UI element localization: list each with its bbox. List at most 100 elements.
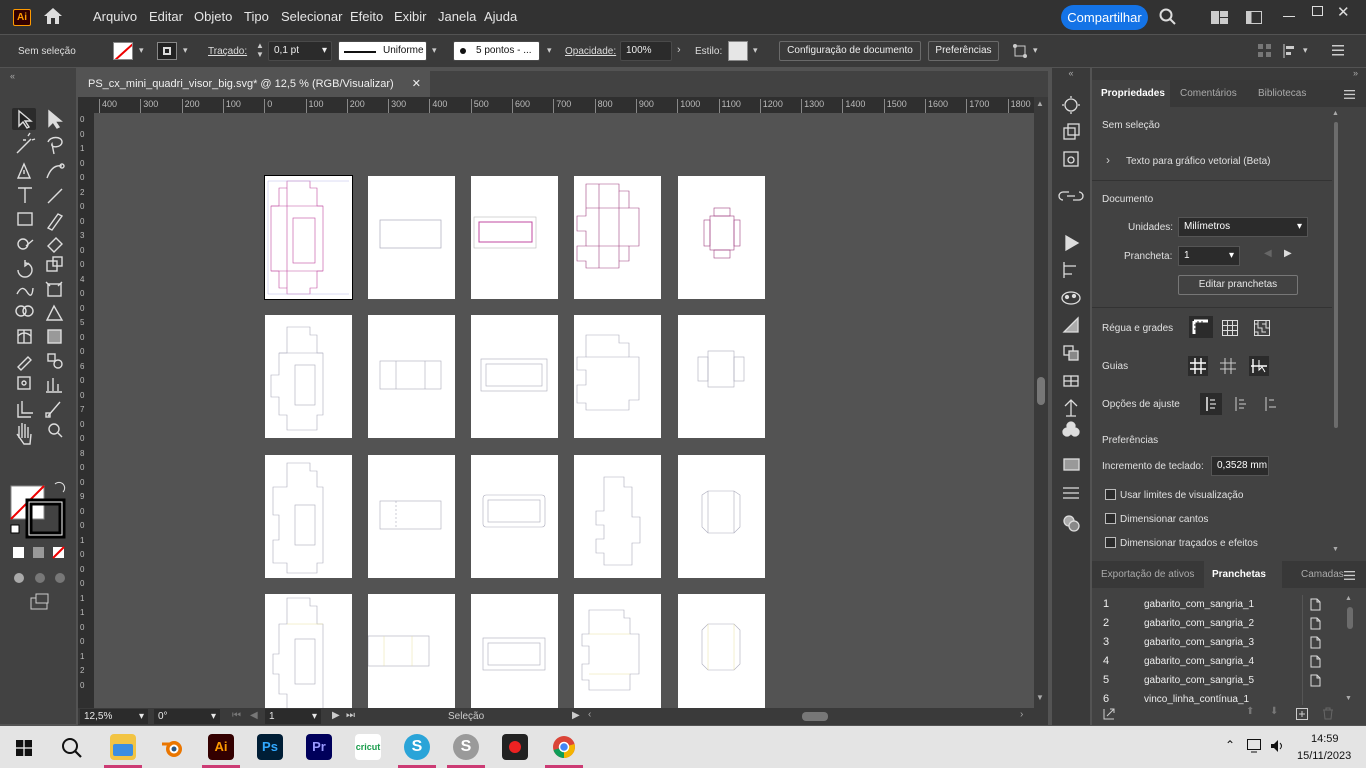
- menu-editar[interactable]: Editar: [149, 9, 183, 24]
- prev-artboard-icon[interactable]: ◀: [1264, 248, 1272, 259]
- artboard-select[interactable]: 1 ▾: [1178, 246, 1240, 266]
- artboard-1[interactable]: [264, 175, 353, 300]
- artboard-17[interactable]: [368, 594, 455, 708]
- menu-objeto[interactable]: Objeto: [194, 9, 232, 24]
- edit-toolbar-icon[interactable]: [30, 648, 50, 660]
- stroke-label[interactable]: Traçado:: [208, 46, 247, 57]
- new-artboard-icon[interactable]: [1296, 708, 1308, 720]
- artboard-list-scrollbar[interactable]: ▲ ▼: [1345, 595, 1355, 705]
- workspace-icon[interactable]: [1246, 11, 1262, 24]
- artboard-10[interactable]: [678, 315, 765, 438]
- chevron-down-icon[interactable]: ▾: [753, 45, 758, 56]
- transform-icon[interactable]: [1012, 43, 1028, 59]
- rotation-field[interactable]: 0° ▾: [154, 709, 220, 724]
- status-menu-icon[interactable]: ▶: [572, 710, 580, 721]
- close-window-icon[interactable]: ✕: [1337, 3, 1350, 21]
- artboard-15[interactable]: [678, 455, 765, 578]
- artboard-5[interactable]: [678, 176, 765, 299]
- move-down-icon[interactable]: ⬇: [1270, 706, 1278, 717]
- list-item[interactable]: 3 gabarito_com_sangria_3: [1092, 633, 1342, 652]
- network-icon[interactable]: [1247, 739, 1263, 753]
- chevron-down-icon[interactable]: ▾: [1303, 45, 1308, 56]
- list-item[interactable]: 5 gabarito_com_sangria_5: [1092, 671, 1342, 690]
- h-scroll-thumb[interactable]: [802, 712, 828, 721]
- minimize-icon[interactable]: [1283, 16, 1295, 17]
- scale-bounds-checkbox[interactable]: [1105, 489, 1116, 500]
- collapse-strip-icon[interactable]: «: [1052, 68, 1090, 80]
- units-select[interactable]: Milímetros ▾: [1178, 217, 1308, 237]
- scale-strokes-checkbox[interactable]: [1105, 537, 1116, 548]
- list-item[interactable]: 4 gabarito_com_sangria_4: [1092, 652, 1342, 671]
- tab-comments[interactable]: Comentários: [1180, 88, 1237, 99]
- clock-time[interactable]: 14:59: [1311, 733, 1339, 745]
- tab-layers[interactable]: Camadas: [1301, 569, 1344, 580]
- variable-width-profile[interactable]: Uniforme: [338, 41, 427, 61]
- cricut-icon[interactable]: cricut: [355, 734, 381, 760]
- scroll-up-icon[interactable]: ▲: [1036, 99, 1044, 108]
- rearrange-artboards-icon[interactable]: [1102, 707, 1116, 721]
- artboard-6[interactable]: [265, 315, 352, 438]
- snap-point-icon[interactable]: [1200, 393, 1222, 415]
- next-artboard-icon[interactable]: ▶: [1284, 248, 1292, 259]
- stepper-icon[interactable]: ▲ ▼: [256, 41, 264, 59]
- tab-artboards[interactable]: Pranchetas: [1212, 569, 1266, 580]
- selection-tool[interactable]: [12, 108, 36, 130]
- close-tab-icon[interactable]: ✕: [412, 71, 421, 97]
- maximize-icon[interactable]: [1312, 6, 1323, 16]
- artboard-20[interactable]: [678, 594, 765, 708]
- style-swatch[interactable]: [728, 41, 748, 61]
- chevron-down-icon[interactable]: ▾: [183, 45, 188, 56]
- arrange-documents-icon[interactable]: [1211, 11, 1228, 24]
- list-item[interactable]: 2 gabarito_com_sangria_2: [1092, 614, 1342, 633]
- tab-asset-export[interactable]: Exportação de ativos: [1101, 569, 1194, 580]
- menu-janela[interactable]: Janela: [438, 9, 476, 24]
- collapse-icon[interactable]: «: [10, 71, 15, 81]
- collapse-panel-icon[interactable]: »: [1092, 68, 1366, 80]
- chevron-down-icon[interactable]: ▾: [432, 45, 437, 56]
- canvas[interactable]: [94, 113, 1034, 708]
- artboards-menu-icon[interactable]: [1344, 571, 1355, 580]
- artboard-11[interactable]: [265, 455, 352, 578]
- chevron-right-icon[interactable]: ›: [677, 44, 681, 56]
- delete-artboard-icon[interactable]: [1322, 707, 1334, 720]
- screen-recorder-icon[interactable]: [502, 734, 528, 760]
- chevron-down-icon[interactable]: ▾: [547, 45, 552, 56]
- scroll-thumb[interactable]: [1037, 377, 1045, 405]
- list-item[interactable]: 6 vinco_linha_contínua_1: [1092, 690, 1342, 705]
- next-artboard-icon[interactable]: ▶: [332, 710, 340, 721]
- artboard-8[interactable]: [471, 315, 558, 438]
- snap-pixel-icon[interactable]: [1232, 395, 1250, 413]
- zoom-field[interactable]: 12,5% ▾: [80, 709, 148, 724]
- stroke-weight-field[interactable]: 0,1 pt ▾: [268, 41, 332, 61]
- hand-tool[interactable]: [12, 420, 36, 442]
- scroll-down-icon[interactable]: ▼: [1036, 693, 1044, 702]
- artboard-3[interactable]: [471, 176, 558, 299]
- menu-tipo[interactable]: Tipo: [244, 9, 269, 24]
- scroll-right-icon[interactable]: ›: [1020, 709, 1023, 720]
- pen-tool[interactable]: [12, 156, 36, 178]
- brush-definition[interactable]: 5 pontos - ...: [453, 41, 540, 61]
- snap-glyph-icon[interactable]: [1262, 395, 1280, 413]
- keyboard-increment-field[interactable]: 0,3528 mm: [1211, 456, 1269, 476]
- panel-menu-icon[interactable]: [1344, 90, 1355, 99]
- taskbar-search-icon[interactable]: [61, 737, 83, 759]
- clock-date[interactable]: 15/11/2023: [1297, 750, 1351, 762]
- home-icon[interactable]: [43, 7, 63, 25]
- ruler-icon[interactable]: [1189, 316, 1213, 338]
- tab-properties[interactable]: Propriedades: [1101, 88, 1165, 99]
- blender-icon[interactable]: [160, 734, 186, 760]
- file-explorer-icon[interactable]: [110, 734, 136, 760]
- tab-libraries[interactable]: Bibliotecas: [1258, 88, 1306, 99]
- scroll-left-icon[interactable]: ‹: [588, 709, 591, 720]
- chevron-down-icon[interactable]: ▾: [1033, 45, 1038, 56]
- smart-guides-icon[interactable]: [1249, 356, 1269, 376]
- search-icon[interactable]: [1159, 8, 1177, 26]
- lock-guides-icon[interactable]: [1220, 358, 1238, 374]
- panel-menu-icon[interactable]: [1332, 45, 1344, 56]
- chevron-down-icon[interactable]: ▾: [139, 45, 144, 56]
- opacity-field[interactable]: 100%: [620, 41, 672, 61]
- artboard-2[interactable]: [368, 176, 455, 299]
- show-guides-icon[interactable]: [1188, 356, 1208, 376]
- transparency-grid-icon[interactable]: [1254, 320, 1270, 336]
- fill-swatch[interactable]: [113, 42, 133, 60]
